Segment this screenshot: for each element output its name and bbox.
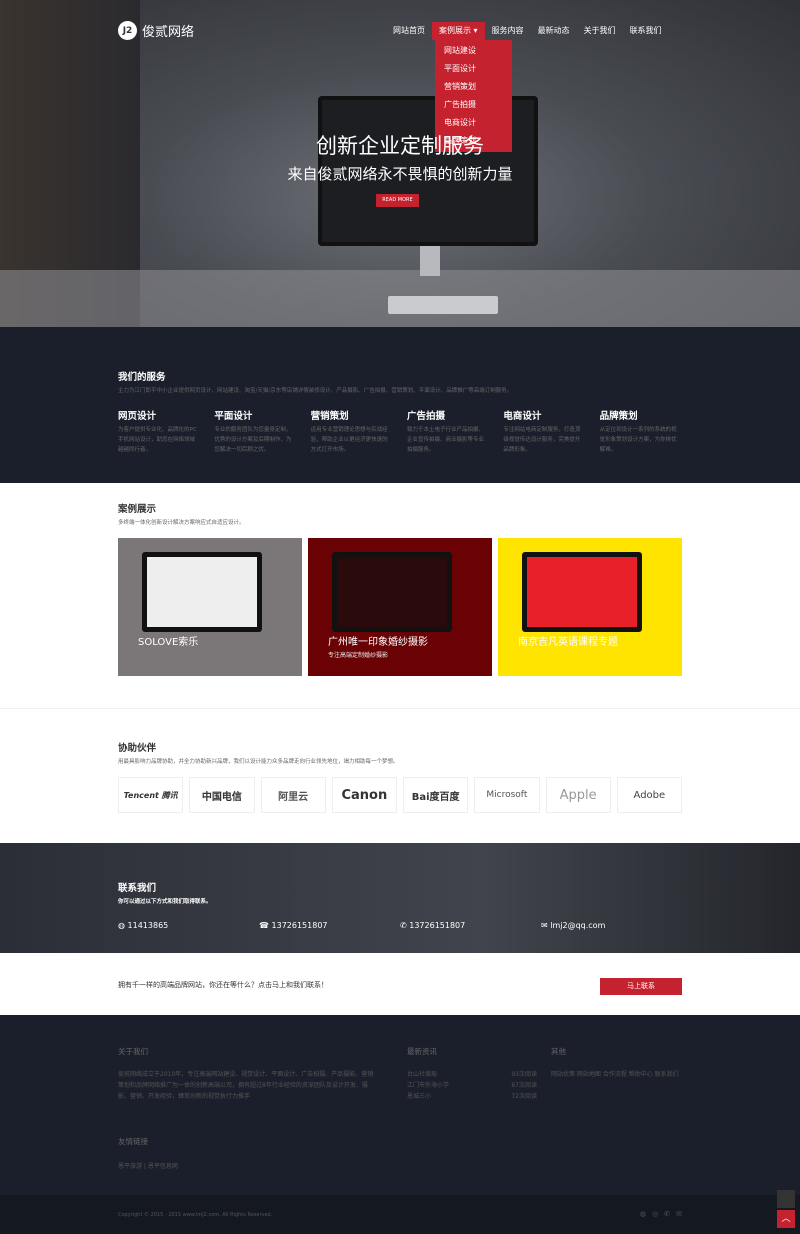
partner-logo[interactable]: Bai度百度 bbox=[403, 777, 469, 813]
case-card[interactable]: 广州唯一印象婚纱摄影 专注高端定制婚纱摄影 bbox=[308, 538, 492, 676]
qq-icon[interactable]: ◍ bbox=[640, 1210, 646, 1218]
service-item[interactable]: 平面设计 专业的服务团队为您量身定制，优秀的设计方案及后期制作，为您解决一切后顾之… bbox=[214, 408, 296, 455]
nav-home[interactable]: 网站首页 bbox=[386, 22, 432, 40]
contact-phone[interactable]: ☎ 13726151807 bbox=[259, 921, 400, 930]
dropdown-item[interactable]: 平面设计 bbox=[435, 60, 512, 78]
cta-text: 拥有千一样的高端品牌网站，你还在等什么？点击马上和我们联系！ bbox=[118, 981, 328, 989]
partner-logo[interactable]: Tencent 腾讯 bbox=[118, 777, 184, 813]
nav-contact[interactable]: 联系我们 bbox=[623, 22, 669, 40]
qq-icon: ◍ bbox=[118, 921, 125, 930]
partners-section: 协助伙伴 用最具影响力品牌协助，并全力协助新兴品牌，我们以设计能力众多品牌走向行… bbox=[118, 740, 682, 813]
contact-wechat[interactable]: ✆ 13726151807 bbox=[400, 921, 541, 930]
wechat-icon[interactable]: ✆ bbox=[664, 1210, 670, 1218]
copyright-bar: Copyright © 2015 - 2015 www.lmj2.com. Al… bbox=[0, 1190, 800, 1234]
partner-logo[interactable]: Apple bbox=[545, 777, 611, 813]
friend-link[interactable]: 恩平旅游 bbox=[118, 1163, 142, 1170]
friend-link[interactable]: 恩平信息网 bbox=[148, 1163, 178, 1170]
cases-title: 案例展示 bbox=[118, 504, 157, 515]
back-to-top-button[interactable]: ︿ bbox=[777, 1210, 795, 1228]
dropdown-item[interactable]: 网站建设 bbox=[435, 42, 512, 60]
other-links[interactable]: 网站优策 网站地图 合作流程 帮助中心 联系我们 bbox=[551, 1069, 682, 1080]
wechat-icon: ✆ bbox=[400, 921, 407, 930]
partner-logo[interactable]: 阿里云 bbox=[260, 777, 326, 813]
links-title: 友情链接 bbox=[118, 1137, 148, 1146]
partners-subtitle: 用最具影响力品牌协助，并全力协助新兴品牌，我们以设计能力众多品牌走向行业领先地位… bbox=[118, 759, 399, 765]
partner-logo[interactable]: Canon bbox=[331, 777, 397, 813]
service-item[interactable]: 电商设计 专注网站电商定制服务，打造顶级视觉传达设计服务，完美提升品牌形象。 bbox=[503, 408, 585, 455]
dropdown-item[interactable]: 营销策划 bbox=[435, 78, 512, 96]
service-item[interactable]: 营销策划 运用专业营销理论思想与实战经验，帮助企业以更经济更快速的方式打开市场。 bbox=[311, 408, 393, 455]
about-title: 关于我们 bbox=[118, 1047, 148, 1056]
qrcode-button[interactable] bbox=[777, 1190, 795, 1208]
news-item[interactable]: 江门市外海小学 67次阅读 bbox=[407, 1080, 537, 1091]
contact-section: 联系我们 你可以通过以下方式和我们取得联系。 ◍ 11413865 ☎ 1372… bbox=[0, 843, 800, 953]
service-item[interactable]: 品牌策划 从定位到设计一系列的系统的视觉形象策划设计方案，为你排忧解难。 bbox=[600, 408, 682, 455]
read-more-button[interactable]: READ MORE bbox=[376, 194, 419, 207]
partner-logo[interactable]: Microsoft bbox=[474, 777, 540, 813]
logo-text: 俊贰网络 bbox=[142, 25, 195, 40]
weibo-icon[interactable]: ◎ bbox=[652, 1210, 658, 1218]
nav-cases[interactable]: 案例展示 ▾ bbox=[432, 22, 485, 40]
main-nav: 网站首页 案例展示 ▾ 服务内容 最新动态 关于我们 联系我们 bbox=[386, 22, 669, 40]
cta-bar: 拥有千一样的高端品牌网站，你还在等什么？点击马上和我们联系！ 马上联系 bbox=[0, 953, 800, 1015]
contact-title: 联系我们 bbox=[118, 883, 157, 894]
news-title: 最新资讯 bbox=[407, 1047, 437, 1056]
hero-monitor-stand bbox=[420, 246, 440, 276]
cases-section: 案例展示 多终端一体化创新设计解决方案响应式自适应设计。 SOLOVE索乐 广州… bbox=[118, 501, 682, 676]
contact-subtitle: 你可以通过以下方式和我们取得联系。 bbox=[118, 899, 212, 905]
service-item[interactable]: 网页设计 为客户提供专业化、品牌化的PC手机网站设计，助您在网络领域越越同行者。 bbox=[118, 408, 200, 455]
case-card[interactable]: SOLOVE索乐 bbox=[118, 538, 302, 676]
hero-subtitle: 来自俊贰网络永不畏惧的创新力量 bbox=[287, 165, 513, 183]
copyright: Copyright © 2015 - 2015 www.lmj2.com. Al… bbox=[118, 1212, 273, 1218]
services-subtitle: 主力为江门即平中小企业提供网页设计、网站建设、淘宝/天猫/京东等店铺详情装修设计… bbox=[118, 388, 513, 394]
hero-title: 创新企业定制服务 bbox=[316, 134, 484, 158]
contact-qq[interactable]: ◍ 11413865 bbox=[118, 921, 259, 930]
partners-title: 协助伙伴 bbox=[118, 743, 157, 754]
hero-keyboard bbox=[388, 296, 498, 314]
services-title: 我们的服务 bbox=[118, 372, 166, 383]
partner-logo[interactable]: 中国电信 bbox=[189, 777, 255, 813]
service-item[interactable]: 广告拍摄 致力于本土电子行业产品拍摄、企业宣传拍摄、商业摄影等专业拍摄服务。 bbox=[407, 408, 489, 455]
case-card[interactable]: 南京吉凡英语课程专题 bbox=[498, 538, 682, 676]
about-text: 俊贰网络成立于2010年，专注高端网站建设、视觉设计、平面设计、广告拍摄、产品摄… bbox=[118, 1071, 374, 1100]
contact-now-button[interactable]: 马上联系 bbox=[600, 978, 682, 995]
divider bbox=[0, 708, 800, 709]
dropdown-item[interactable]: 广告拍摄 bbox=[435, 96, 512, 114]
nav-news[interactable]: 最新动态 bbox=[531, 22, 577, 40]
contact-email[interactable]: ✉ lmj2@qq.com bbox=[541, 921, 682, 930]
other-title: 其他 bbox=[551, 1047, 566, 1056]
nav-about[interactable]: 关于我们 bbox=[577, 22, 623, 40]
services-section: 我们的服务 主力为江门即平中小企业提供网页设计、网站建设、淘宝/天猫/京东等店铺… bbox=[0, 327, 800, 483]
mail-icon: ✉ bbox=[541, 921, 548, 930]
news-item[interactable]: 台山社保局 93次阅读 bbox=[407, 1069, 537, 1080]
logo[interactable]: J2 俊贰网络 bbox=[118, 21, 194, 40]
news-item[interactable]: 恩城三小 72次阅读 bbox=[407, 1091, 537, 1102]
nav-services[interactable]: 服务内容 bbox=[485, 22, 531, 40]
footer: 关于我们 俊贰网络成立于2010年，专注高端网站建设、视觉设计、平面设计、广告拍… bbox=[0, 1015, 800, 1195]
partner-logo[interactable]: Adobe bbox=[616, 777, 682, 813]
phone-icon: ☎ bbox=[259, 921, 269, 930]
cases-subtitle: 多终端一体化创新设计解决方案响应式自适应设计。 bbox=[118, 520, 245, 526]
mail-icon[interactable]: ✉ bbox=[676, 1210, 682, 1218]
